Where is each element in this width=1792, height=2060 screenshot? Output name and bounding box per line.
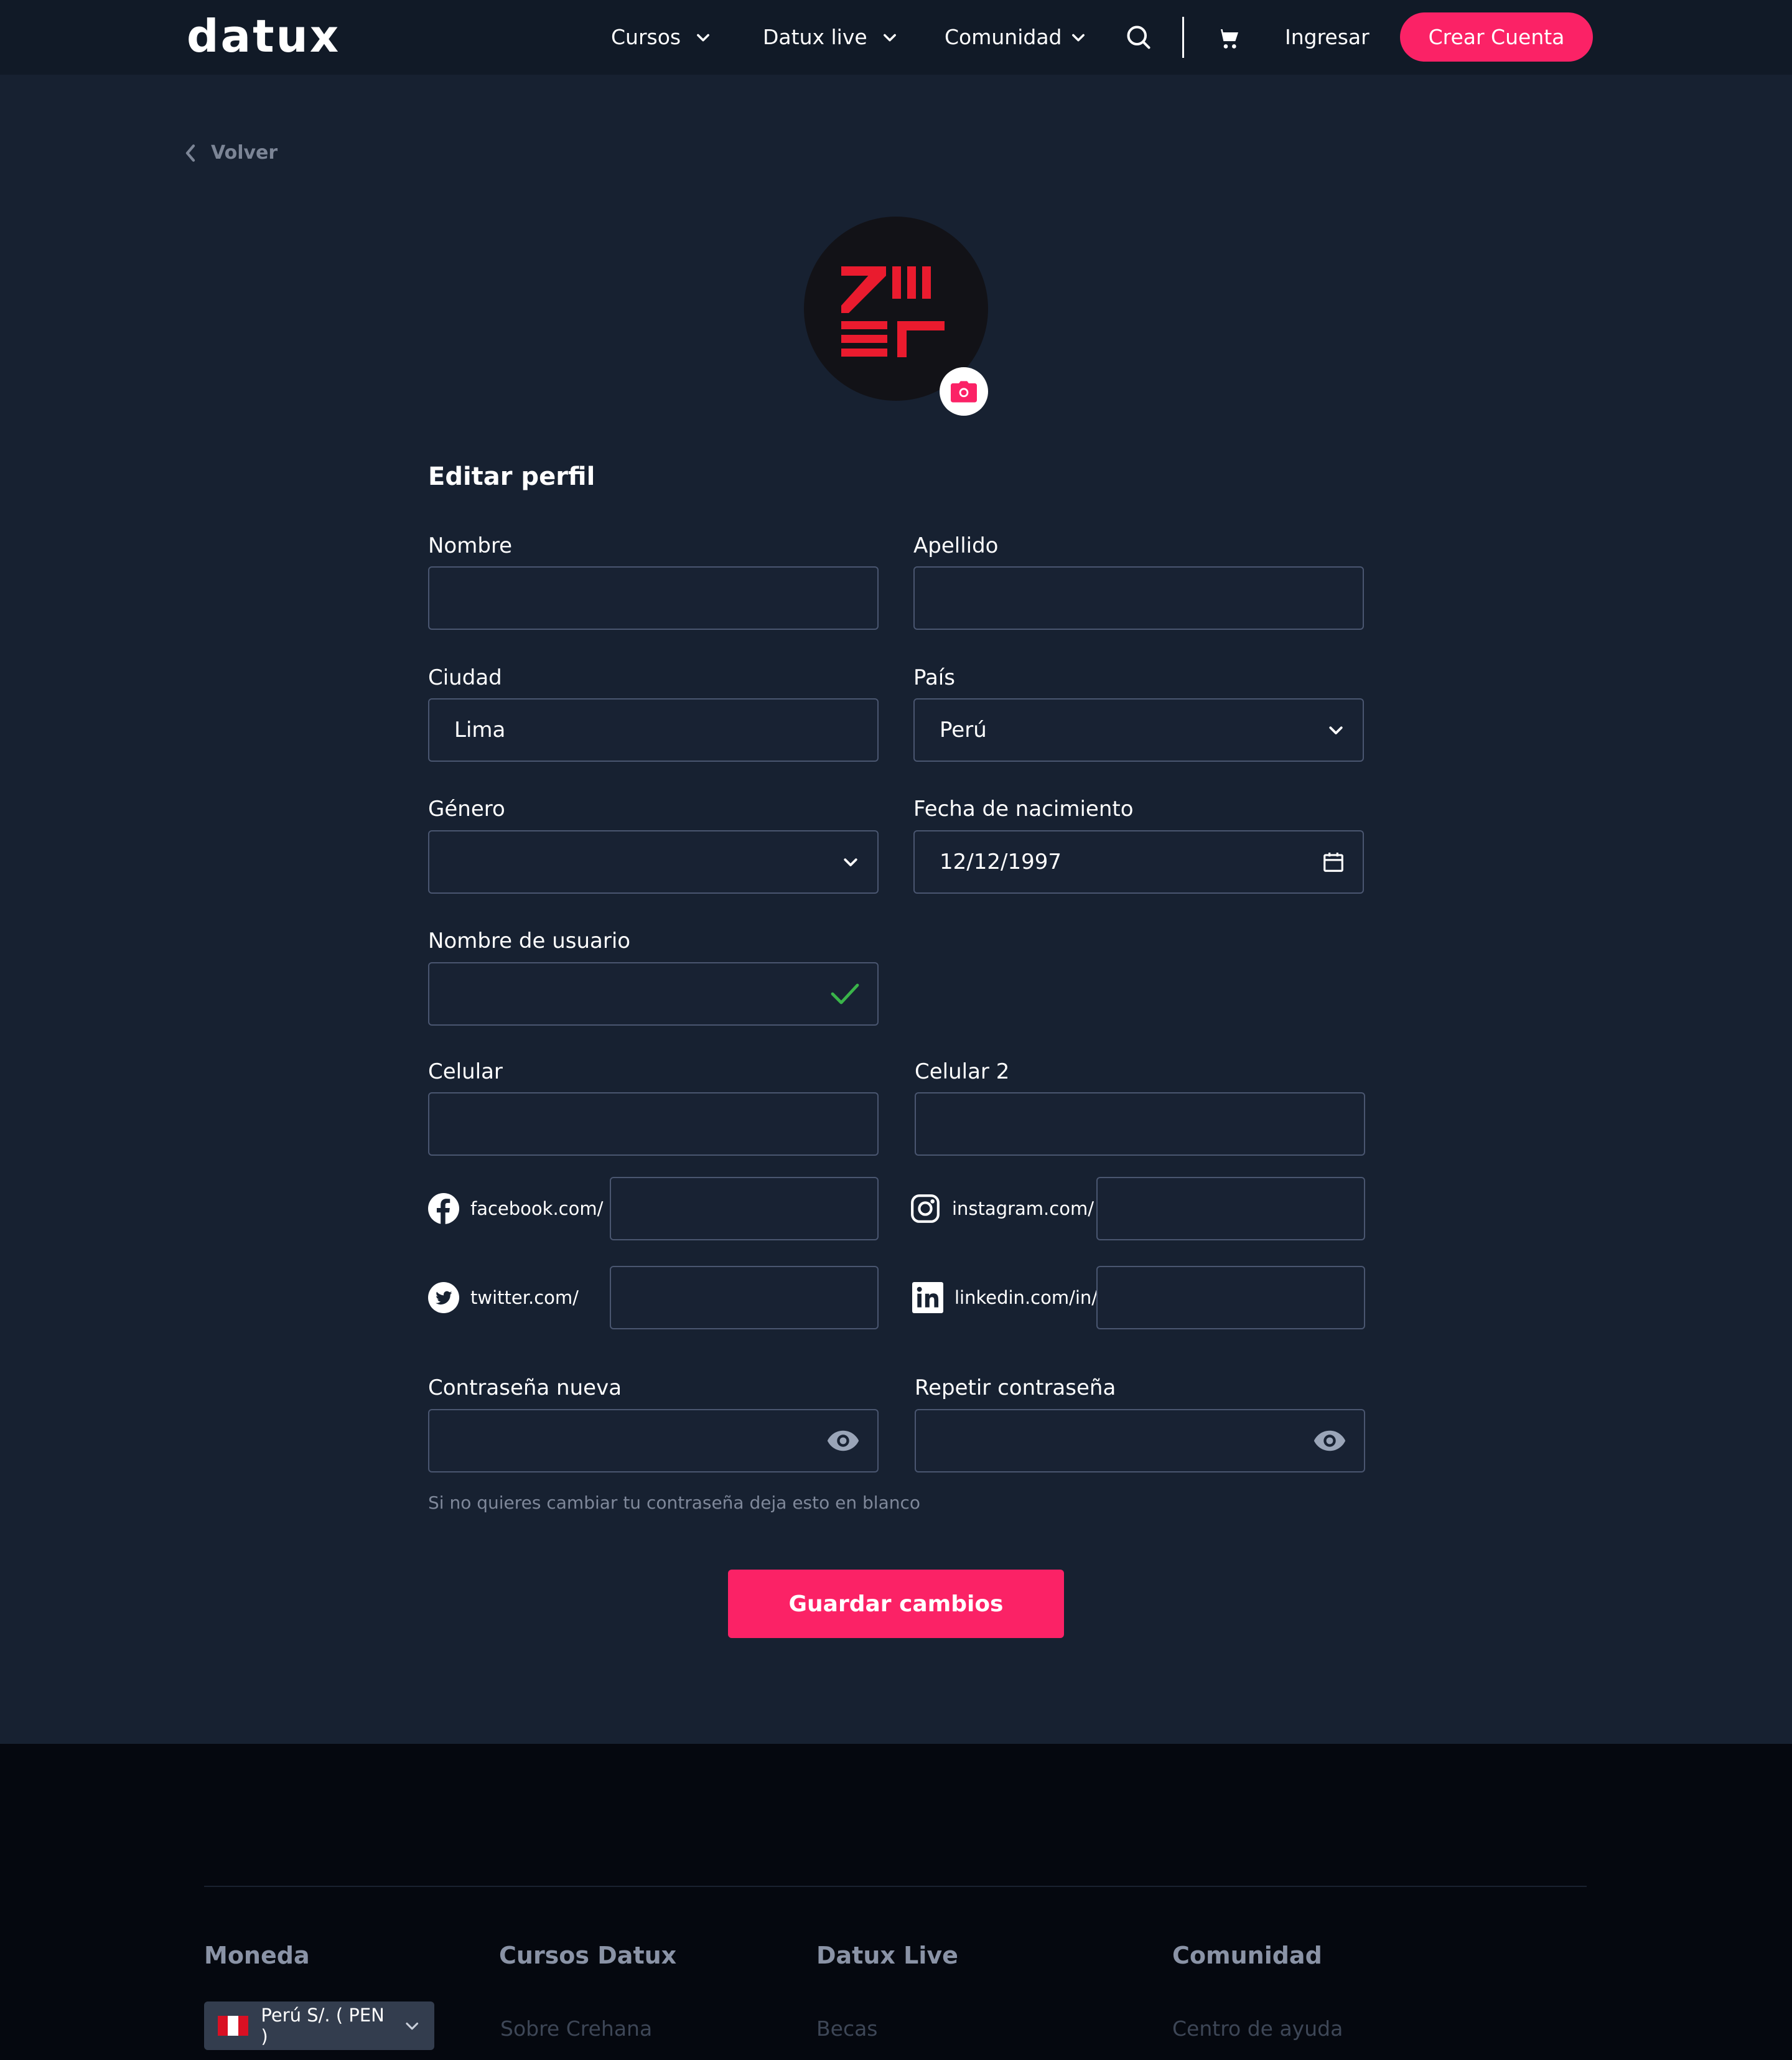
- form-title: Editar perfil: [428, 462, 595, 491]
- ciudad-input[interactable]: [454, 718, 852, 742]
- search-icon[interactable]: [1125, 24, 1152, 51]
- back-label: Volver: [211, 142, 278, 164]
- footer-link-centro-ayuda[interactable]: Centro de ayuda: [1172, 2014, 1343, 2044]
- usuario-field[interactable]: [428, 962, 879, 1026]
- nombre-field[interactable]: [428, 566, 879, 630]
- cart-icon[interactable]: [1216, 26, 1242, 51]
- currency-select[interactable]: Perú S/. ( PEN ): [204, 2001, 434, 2050]
- password-label: Contraseña nueva: [428, 1375, 622, 1400]
- linkedin-prefix-label: linkedin.com/in/: [954, 1287, 1098, 1308]
- chevron-left-icon: [185, 144, 195, 162]
- genero-select[interactable]: [428, 830, 879, 894]
- celular2-label: Celular 2: [915, 1059, 1010, 1084]
- celular-label: Celular: [428, 1059, 503, 1084]
- password-repeat-label: Repetir contraseña: [915, 1375, 1116, 1400]
- datux-logo[interactable]: datux: [187, 11, 340, 61]
- facebook-input[interactable]: [636, 1196, 852, 1221]
- password-repeat-field[interactable]: [915, 1409, 1365, 1472]
- password-hint: Si no quieres cambiar tu contraseña deja…: [428, 1492, 920, 1513]
- pais-selected-value: Perú: [940, 718, 987, 742]
- celular2-input[interactable]: [941, 1112, 1339, 1136]
- nav-divider: [1182, 17, 1184, 58]
- instagram-prefix: instagram.com/: [910, 1193, 1094, 1224]
- facebook-field[interactable]: [610, 1177, 879, 1240]
- twitter-field[interactable]: [610, 1266, 879, 1329]
- save-changes-button[interactable]: Guardar cambios: [728, 1570, 1064, 1638]
- password-field[interactable]: [428, 1409, 879, 1472]
- celular-input[interactable]: [454, 1112, 852, 1136]
- calendar-icon[interactable]: [1322, 850, 1345, 874]
- chevron-down-icon: [1071, 34, 1085, 42]
- fecha-label: Fecha de nacimiento: [913, 797, 1134, 822]
- back-link[interactable]: Volver: [184, 142, 278, 164]
- instagram-input[interactable]: [1122, 1196, 1339, 1221]
- usuario-label: Nombre de usuario: [428, 929, 631, 953]
- login-link[interactable]: Ingresar: [1285, 22, 1370, 52]
- ciudad-label: Ciudad: [428, 665, 502, 690]
- twitter-input[interactable]: [636, 1285, 852, 1310]
- genero-label: Género: [428, 797, 505, 822]
- peru-flag-icon: [218, 2016, 249, 2036]
- apellido-label: Apellido: [913, 533, 999, 558]
- check-icon: [831, 983, 859, 1004]
- fecha-input[interactable]: [940, 850, 1338, 874]
- usuario-input[interactable]: [454, 981, 852, 1006]
- nav-cursos[interactable]: Cursos: [611, 22, 712, 52]
- twitter-prefix: twitter.com/: [428, 1282, 579, 1313]
- celular2-field[interactable]: [915, 1092, 1365, 1156]
- facebook-prefix: facebook.com/: [428, 1193, 603, 1224]
- fecha-nacimiento-field[interactable]: [913, 830, 1364, 894]
- ciudad-field[interactable]: [428, 698, 879, 762]
- apellido-input[interactable]: [940, 586, 1338, 611]
- facebook-prefix-label: facebook.com/: [470, 1198, 604, 1219]
- eye-icon[interactable]: [826, 1430, 860, 1452]
- pais-label: País: [913, 665, 955, 690]
- twitter-prefix-label: twitter.com/: [470, 1287, 579, 1308]
- celular-field[interactable]: [428, 1092, 879, 1156]
- pais-select[interactable]: Perú: [913, 698, 1364, 762]
- nav-comunidad[interactable]: Comunidad: [945, 22, 1087, 52]
- password-input[interactable]: [454, 1428, 852, 1453]
- chevron-down-icon: [883, 34, 896, 42]
- nav-datux-live[interactable]: Datux live: [763, 22, 898, 52]
- instagram-prefix-label: instagram.com/: [952, 1198, 1094, 1219]
- chevron-down-icon: [844, 858, 857, 866]
- footer-divider: [204, 1886, 1587, 1887]
- password-repeat-input[interactable]: [941, 1428, 1339, 1453]
- footer-heading-moneda: Moneda: [204, 1942, 310, 1969]
- camera-icon: [951, 381, 977, 403]
- nav-cursos-label: Cursos: [611, 25, 681, 49]
- footer-link-becas[interactable]: Becas: [816, 2014, 878, 2044]
- eye-icon[interactable]: [1313, 1430, 1346, 1452]
- linkedin-field[interactable]: [1096, 1266, 1365, 1329]
- currency-value: Perú S/. ( PEN ): [261, 2005, 385, 2047]
- instagram-icon: [911, 1194, 940, 1223]
- footer-heading-datux-live: Datux Live: [816, 1942, 958, 1969]
- facebook-icon: [428, 1193, 459, 1224]
- linkedin-input[interactable]: [1122, 1285, 1339, 1310]
- instagram-field[interactable]: [1096, 1177, 1365, 1240]
- linkedin-prefix: linkedin.com/in/: [912, 1282, 1098, 1313]
- nombre-label: Nombre: [428, 533, 513, 558]
- footer-link-sobre-crehana[interactable]: Sobre Crehana: [500, 2014, 652, 2044]
- twitter-icon: [428, 1282, 459, 1313]
- top-navbar: datux Cursos Datux live Comunidad Ingres…: [0, 0, 1792, 75]
- linkedin-icon: [912, 1282, 943, 1313]
- create-account-button[interactable]: Crear Cuenta: [1400, 12, 1593, 62]
- footer-heading-comunidad: Comunidad: [1172, 1942, 1322, 1969]
- nav-comunidad-label: Comunidad: [945, 25, 1062, 49]
- chevron-down-icon: [405, 2022, 418, 2030]
- footer-heading-cursos: Cursos Datux: [499, 1942, 677, 1969]
- chevron-down-icon: [697, 34, 710, 42]
- chevron-down-icon: [1329, 726, 1343, 734]
- nombre-input[interactable]: [454, 586, 852, 611]
- change-photo-button[interactable]: [940, 367, 988, 416]
- nav-datux-live-label: Datux live: [763, 25, 867, 49]
- apellido-field[interactable]: [913, 566, 1364, 630]
